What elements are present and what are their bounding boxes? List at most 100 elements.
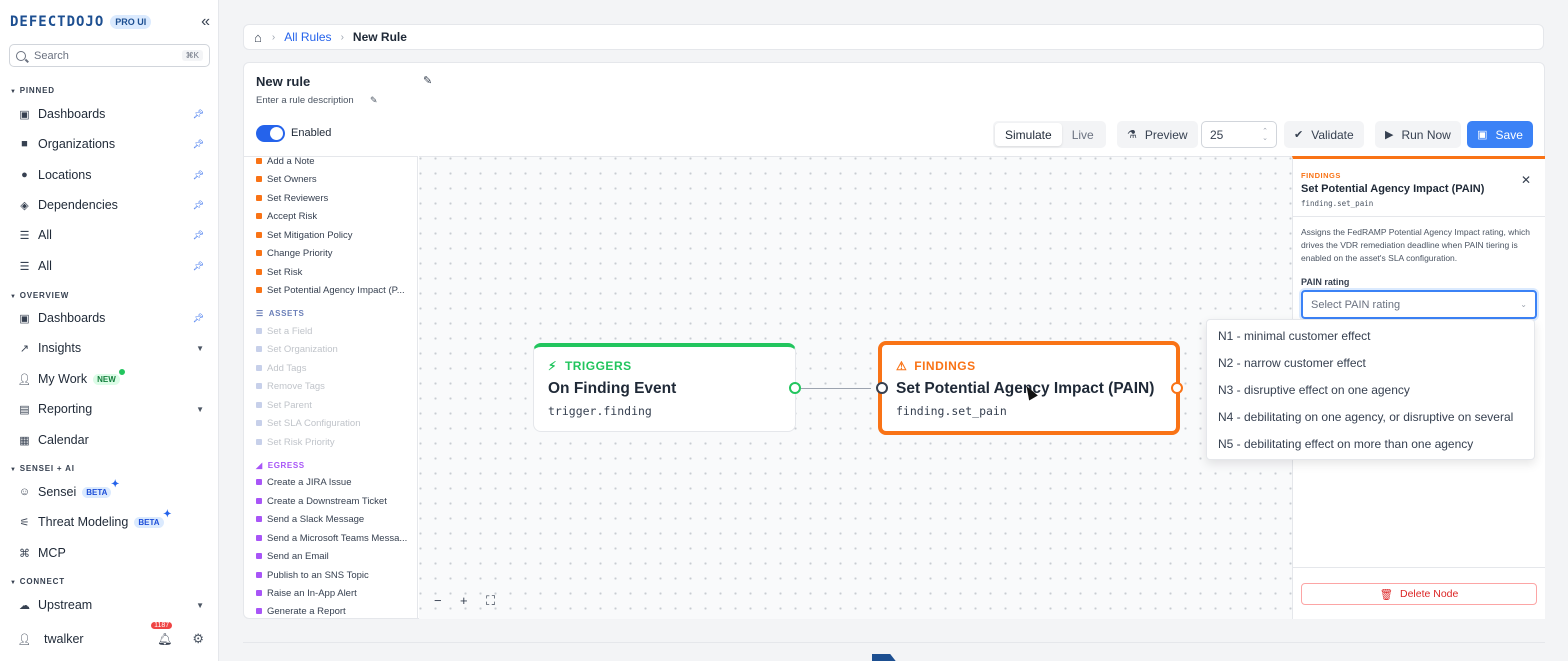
pin-icon[interactable]: 📌︎: [193, 139, 204, 150]
save-button[interactable]: ▣ Save: [1467, 121, 1533, 148]
gear-icon[interactable]: ⚙: [192, 631, 204, 647]
pin-icon[interactable]: 📌︎: [193, 230, 204, 241]
section-connect[interactable]: ▼ CONNECT: [10, 577, 65, 586]
sidebar-item-dashboards[interactable]: ▣ Dashboards 📌︎: [18, 306, 204, 330]
section-overview[interactable]: ▼ OVERVIEW: [10, 291, 69, 300]
pin-icon[interactable]: 📌︎: [193, 313, 204, 324]
findings-output-port[interactable]: [1171, 382, 1183, 394]
trigger-node[interactable]: ⚡︎ TRIGGERS On Finding Event trigger.find…: [533, 343, 796, 432]
sidebar-item-upstream[interactable]: ☁ Upstream ▼: [18, 593, 204, 617]
sidebar-item-my-work[interactable]: 👤︎ My Work NEW: [18, 367, 204, 391]
section-pinned[interactable]: ▼ PINNED: [10, 86, 55, 95]
chevron-down-icon[interactable]: ▼: [196, 405, 204, 414]
double-chevron-left-icon[interactable]: «: [201, 14, 210, 30]
palette-item-raise-alert[interactable]: Raise an In-App Alert: [256, 585, 411, 601]
rule-name[interactable]: New rule: [256, 74, 310, 89]
preview-count-input[interactable]: 25 ⌃ ⌄: [1201, 121, 1277, 148]
pin-icon[interactable]: 📌︎: [193, 109, 204, 120]
enabled-toggle[interactable]: [256, 125, 285, 142]
panel-description: Assigns the FedRAMP Potential Agency Imp…: [1301, 227, 1530, 263]
zoom-in-button[interactable]: +: [460, 593, 468, 608]
pain-option-n1[interactable]: N1 - minimal customer effect: [1218, 329, 1371, 343]
section-sensei[interactable]: ▼ SENSEI + AI: [10, 464, 75, 473]
zoom-out-button[interactable]: −: [434, 593, 442, 608]
rule-description[interactable]: Enter a rule description: [256, 95, 354, 106]
egress-marker: [256, 553, 262, 559]
sidebar-item-sensei[interactable]: ☺ Sensei BETA ✦: [18, 479, 204, 504]
bell-icon[interactable]: 🔔︎ 1187: [151, 622, 172, 646]
sidebar-item-calendar[interactable]: ▦ Calendar: [18, 428, 204, 452]
validate-button[interactable]: ✔ Validate: [1284, 121, 1364, 148]
sidebar-item-all-1[interactable]: ☰ All 📌︎: [18, 223, 204, 247]
fit-view-button[interactable]: ⛶: [486, 593, 495, 609]
home-icon[interactable]: ⌂: [254, 30, 262, 45]
sidebar-item-organizations[interactable]: ■ Organizations 📌︎: [18, 132, 204, 156]
notification-dot: [117, 367, 126, 376]
palette-item-change-priority[interactable]: Change Priority: [256, 245, 411, 261]
palette-item-send-slack-message[interactable]: Send a Slack Message: [256, 511, 411, 527]
briefcase-icon: ■: [21, 138, 28, 150]
cubes-icon: ◈: [20, 199, 29, 212]
trigger-output-port[interactable]: [789, 382, 801, 394]
findings-input-port[interactable]: [876, 382, 888, 394]
chevron-down-icon[interactable]: ▼: [196, 601, 204, 610]
pain-option-n3[interactable]: N3 - disruptive effect on one agency: [1218, 383, 1410, 397]
sidebar-item-locations[interactable]: ● Locations 📌︎: [18, 163, 204, 187]
app-logo[interactable]: DEFECTDOJO: [10, 14, 104, 30]
palette-item-accept-risk[interactable]: Accept Risk: [256, 208, 411, 224]
sidebar-item-reporting[interactable]: ▤ Reporting ▼: [18, 397, 204, 421]
list-icon: ☰: [19, 260, 30, 273]
pencil-icon[interactable]: ✎: [423, 74, 432, 87]
run-now-button[interactable]: ▶ Run Now: [1375, 121, 1461, 148]
warning-icon: ⚠: [896, 359, 908, 373]
sidebar-item-dashboards-pinned[interactable]: ▣ Dashboards 📌︎: [18, 102, 204, 126]
pin-icon[interactable]: 📌︎: [193, 170, 204, 181]
sidebar-item-all-2[interactable]: ☰ All 📌︎: [18, 254, 204, 278]
palette-item-create-downstream-ticket[interactable]: Create a Downstream Ticket: [256, 493, 411, 509]
connection-edge[interactable]: [801, 388, 871, 389]
delete-node-button[interactable]: 🗑︎ Delete Node: [1301, 583, 1537, 605]
palette-item-set-owners[interactable]: Set Owners: [256, 171, 411, 187]
preview-button[interactable]: ⚗ Preview: [1117, 121, 1198, 148]
palette-item-send-teams-message[interactable]: Send a Microsoft Teams Messa...: [256, 530, 411, 546]
palette-item-add-note[interactable]: Add a Note: [256, 157, 411, 169]
close-icon[interactable]: ✕: [1521, 173, 1531, 187]
pain-option-n5[interactable]: N5 - debilitating effect on more than on…: [1218, 437, 1473, 451]
simulate-mode-button[interactable]: Simulate: [995, 123, 1062, 146]
pin-icon[interactable]: 📌︎: [193, 261, 204, 272]
live-mode-button[interactable]: Live: [1062, 123, 1104, 146]
palette-item-set-mitigation-policy[interactable]: Set Mitigation Policy: [256, 227, 411, 243]
sidebar: DEFECTDOJO PRO UI « Search ⌘K ▼ PINNED ▣ …: [0, 0, 219, 661]
pain-option-n4[interactable]: N4 - debilitating on one agency, or disr…: [1218, 410, 1513, 424]
palette-header-egress: ◢ EGRESS: [256, 461, 305, 470]
pain-option-n2[interactable]: N2 - narrow customer effect: [1218, 356, 1366, 370]
user-profile[interactable]: 👤︎ twalker 🔔︎ 1187 ⚙: [18, 622, 204, 650]
mcp-icon: ⌘: [19, 547, 30, 560]
search-input[interactable]: Search ⌘K: [9, 44, 210, 67]
palette-item-send-email[interactable]: Send an Email: [256, 548, 411, 564]
sidebar-item-threat-modeling[interactable]: ⚟ Threat Modeling BETA ✦: [18, 508, 204, 534]
sparkle-icon: ✦: [163, 508, 172, 520]
sidebar-item-insights[interactable]: ↗ Insights ▼: [18, 336, 204, 360]
pain-rating-select[interactable]: Select PAIN rating ⌄: [1301, 290, 1537, 319]
palette-item-set-parent: Set Parent: [256, 397, 411, 413]
flow-canvas[interactable]: ⚡︎ TRIGGERS On Finding Event trigger.find…: [419, 156, 1292, 619]
palette-item-generate-report[interactable]: Generate a Report: [256, 603, 411, 619]
breadcrumb-all-rules[interactable]: All Rules: [284, 30, 331, 44]
palette-item-set-pain[interactable]: Set Potential Agency Impact (P...: [256, 282, 411, 298]
pencil-icon[interactable]: ✎: [370, 95, 378, 106]
palette-item-set-risk[interactable]: Set Risk: [256, 264, 411, 280]
pin-icon[interactable]: 📌︎: [193, 200, 204, 211]
panel-title: Set Potential Agency Impact (PAIN): [1301, 183, 1485, 195]
sidebar-item-dependencies[interactable]: ◈ Dependencies 📌︎: [18, 193, 204, 217]
sidebar-item-mcp[interactable]: ⌘ MCP: [18, 541, 204, 565]
chevron-down-icon[interactable]: ▼: [196, 344, 204, 353]
palette-item-publish-sns[interactable]: Publish to an SNS Topic: [256, 567, 411, 583]
palette-item-set-reviewers[interactable]: Set Reviewers: [256, 190, 411, 206]
chevron-right-icon: ›: [340, 31, 344, 43]
findings-node-category: ⚠ FINDINGS: [896, 359, 976, 373]
stepper-icon[interactable]: ⌃ ⌄: [1262, 128, 1268, 142]
egress-marker: [256, 516, 262, 522]
map-pin-icon: ●: [21, 169, 28, 181]
palette-item-create-jira-issue[interactable]: Create a JIRA Issue: [256, 474, 411, 490]
